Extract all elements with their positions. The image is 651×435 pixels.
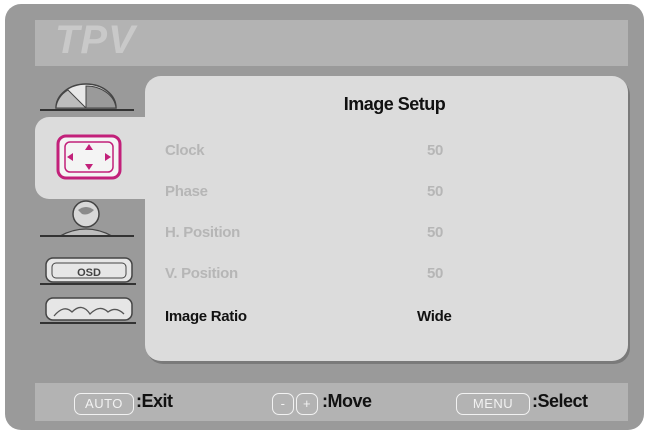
menu-key[interactable]: MENU — [456, 393, 530, 415]
menu-item-label: Clock — [165, 142, 205, 159]
menu-item-label: H. Position — [165, 224, 241, 241]
menu-item-label: Phase — [165, 183, 208, 200]
tab-extra[interactable] — [38, 292, 138, 328]
tab-osd[interactable]: OSD — [38, 252, 138, 288]
exit-hint: :Exit — [136, 391, 173, 411]
menu-item-label: Image Ratio — [165, 308, 247, 325]
osd-settings-icon: OSD — [40, 257, 136, 285]
menu-item-h-position[interactable]: H. Position 50 — [165, 224, 465, 244]
image-position-icon — [56, 134, 122, 180]
menu-item-value: 50 — [427, 224, 444, 241]
auto-key[interactable]: AUTO — [74, 393, 134, 415]
menu-item-image-ratio[interactable]: Image Ratio Wide — [165, 308, 465, 328]
svg-text:OSD: OSD — [77, 267, 101, 279]
tab-color[interactable] — [38, 198, 138, 240]
select-hint: :Select — [532, 391, 588, 411]
color-globe-icon — [40, 200, 134, 237]
picture-pie-icon — [40, 83, 134, 111]
menu-item-v-position[interactable]: V. Position 50 — [165, 265, 465, 285]
panel-title: Image Setup — [343, 94, 446, 114]
plus-key[interactable]: + — [296, 393, 318, 415]
menu-item-value: 50 — [427, 183, 444, 200]
brand-logo: TPV — [55, 18, 136, 62]
tab-image-setup[interactable] — [38, 130, 138, 186]
menu-item-value: 50 — [427, 142, 444, 159]
extra-settings-icon — [40, 297, 136, 324]
image-setup-panel: Image Setup Clock 50 Phase 50 H. Positio… — [145, 76, 628, 361]
menu-item-label: V. Position — [165, 265, 238, 282]
menu-item-phase[interactable]: Phase 50 — [165, 183, 465, 203]
minus-key[interactable]: - — [272, 393, 294, 415]
menu-item-clock[interactable]: Clock 50 — [165, 142, 465, 162]
menu-item-value: 50 — [427, 265, 444, 282]
move-hint: :Move — [322, 391, 372, 411]
tab-picture[interactable] — [38, 78, 138, 118]
menu-item-value: Wide — [417, 308, 452, 325]
